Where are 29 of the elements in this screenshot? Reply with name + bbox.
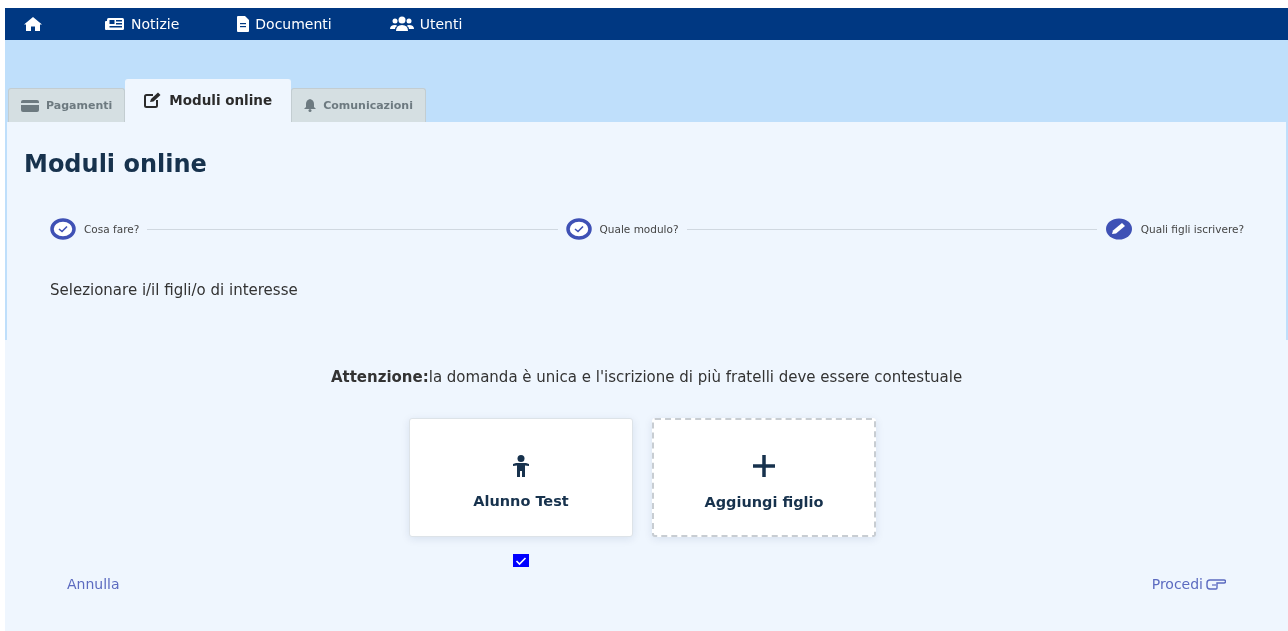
edit-icon [144,92,163,108]
check-circle-icon [50,218,76,240]
tab[interactable]: Moduli online [125,79,292,122]
pointing-hand-icon [1206,578,1226,590]
document-icon [237,16,250,32]
nav-link[interactable]: Documenti [237,16,332,32]
plus-icon [752,453,776,478]
checkbox[interactable] [513,554,529,567]
notice-text: Attenzione:la domanda è unica e l'iscrizione di più fratelli deve essere contestuale [329,368,964,386]
step-label: Cosa fare? [84,223,140,235]
step-label: Quale modulo? [599,223,679,235]
nav-link[interactable]: Notizie [105,16,180,32]
check-circle-icon [565,218,592,240]
users-icon [389,16,414,32]
newspaper-icon [105,17,125,31]
child-icon [513,454,529,477]
nav-link[interactable] [23,16,43,32]
step-label: Quali figli iscrivere? [1140,223,1244,235]
instruction-text: Selezionare i/il figli/o di interesse [50,281,299,299]
home-icon [23,16,43,32]
credit-card-icon [21,99,39,112]
proceed-link[interactable]: Procedi [1151,576,1226,592]
child-card[interactable]: Alunno Test [409,418,633,537]
cancel-link[interactable]: Annulla [67,576,120,592]
nav-link[interactable]: Utenti [389,16,463,32]
page-title: Moduli online [24,150,208,178]
add-child-card[interactable]: Aggiungi figlio [652,418,876,537]
pencil-circle-icon [1104,218,1133,240]
bell-icon [304,99,317,112]
